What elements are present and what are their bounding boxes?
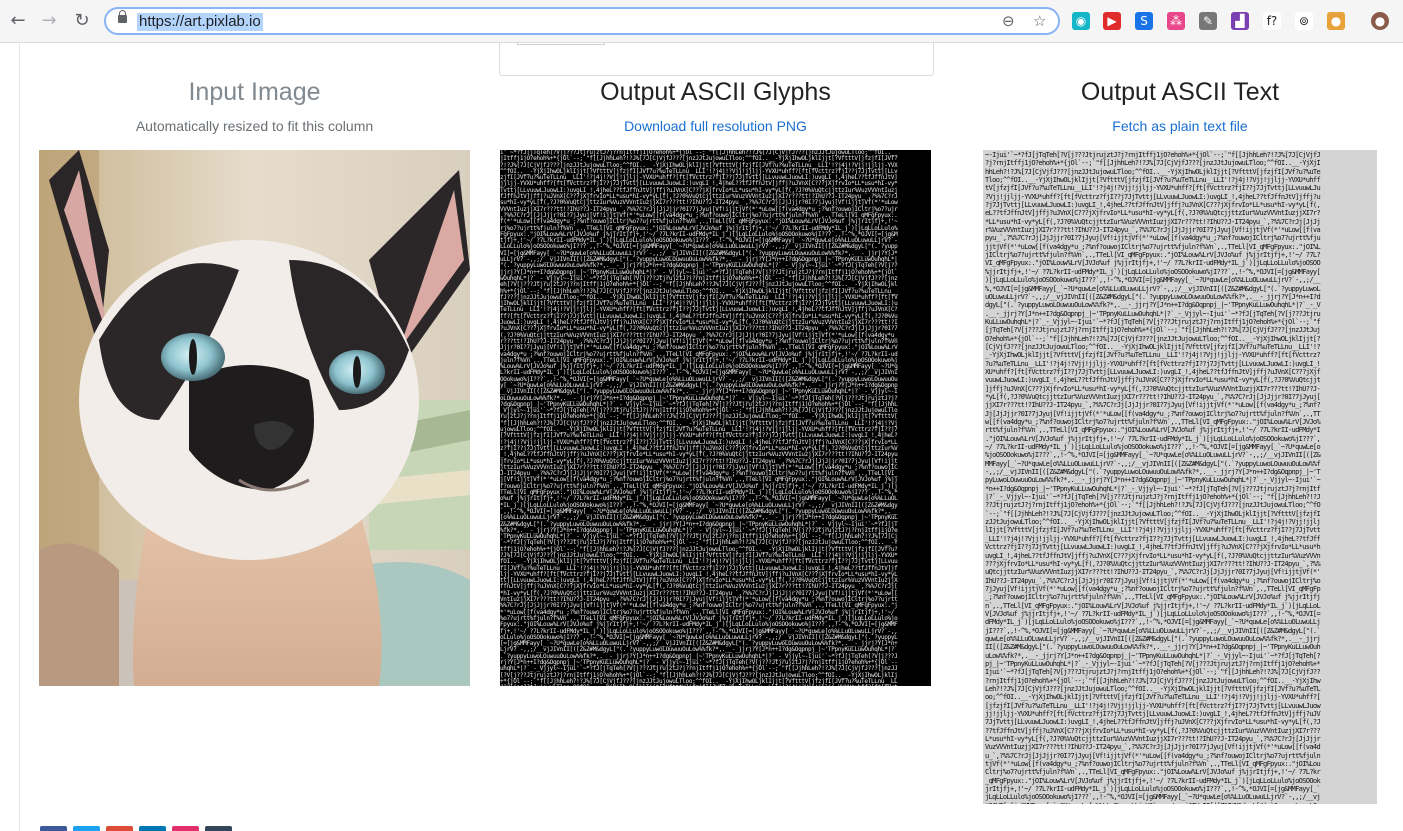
twitter-share-button[interactable] bbox=[73, 826, 100, 831]
ascii-glyphs-image: i'`~*?fJ[jTqTeh[?V[j???JtjrujztJ?j?rnjIt… bbox=[500, 150, 931, 686]
lock-icon bbox=[118, 10, 127, 23]
options-input-edge[interactable] bbox=[517, 42, 605, 45]
bookmark-star-icon[interactable]: ☆ bbox=[1033, 12, 1046, 30]
profile-avatar[interactable]: ● bbox=[1371, 12, 1389, 30]
back-arrow-icon[interactable]: ← bbox=[7, 10, 29, 32]
dots-ext-icon[interactable]: ⁂ bbox=[1167, 12, 1185, 30]
address-bar[interactable]: https://art.pixlab.io ⊖ ☆ bbox=[104, 7, 1060, 35]
ascii-text-output[interactable]: ~-Ijui'`~*?fJ[jTqTeh[?V[j???JtjrujztJ?j?… bbox=[983, 150, 1377, 804]
tumblr-share-button[interactable] bbox=[205, 826, 232, 831]
palette-ext-icon[interactable]: ● bbox=[1327, 12, 1345, 30]
facebook-share-button[interactable] bbox=[40, 826, 67, 831]
forward-arrow-icon[interactable]: → bbox=[38, 10, 60, 32]
wire-ext-icon[interactable]: ⊚ bbox=[1295, 12, 1313, 30]
ascii-text-title: Output ASCII Text bbox=[1080, 78, 1280, 106]
record-ext-icon[interactable]: ▶ bbox=[1103, 12, 1121, 30]
reload-icon[interactable]: ↻ bbox=[71, 10, 93, 32]
ascii-text-content: ~-Ijui'`~*?fJ[jTqTeh[?V[j???JtjrujztJ?j?… bbox=[985, 151, 1321, 804]
ascii-glyph-art: i'`~*?fJ[jTqTeh[?V[j???JtjrujztJ?j?rnjIt… bbox=[500, 150, 898, 686]
chart-ext-icon[interactable]: ▟ bbox=[1231, 12, 1249, 30]
linkedin-share-button[interactable] bbox=[139, 826, 166, 831]
input-image-subtitle: Automatically resized to fit this column bbox=[135, 118, 374, 134]
glyphs-title: Output ASCII Glyphs bbox=[600, 78, 831, 106]
url-text[interactable]: https://art.pixlab.io bbox=[137, 13, 263, 31]
input-image-title: Input Image bbox=[188, 78, 321, 106]
download-png-link[interactable]: Download full resolution PNG bbox=[500, 118, 931, 134]
input-cat-image bbox=[39, 150, 470, 686]
page-left-border bbox=[19, 42, 20, 831]
camera-ext-icon[interactable]: ◉ bbox=[1072, 12, 1090, 30]
zoom-icon[interactable]: ⊖ bbox=[1002, 12, 1015, 30]
s-ext-icon[interactable]: S bbox=[1135, 12, 1153, 30]
options-panel bbox=[499, 42, 934, 76]
pipette-ext-icon[interactable]: ✎ bbox=[1199, 12, 1217, 30]
fx-ext-icon[interactable]: f? bbox=[1263, 12, 1281, 30]
browser-toolbar: ← → ↻ https://art.pixlab.io ⊖ ☆ ◉ ▶ S ⁂ ✎ ▟ f?… bbox=[0, 0, 1403, 43]
fetch-text-link[interactable]: Fetch as plain text file bbox=[983, 118, 1377, 134]
google-share-button[interactable] bbox=[106, 826, 133, 831]
reddit-share-button[interactable] bbox=[172, 826, 199, 831]
